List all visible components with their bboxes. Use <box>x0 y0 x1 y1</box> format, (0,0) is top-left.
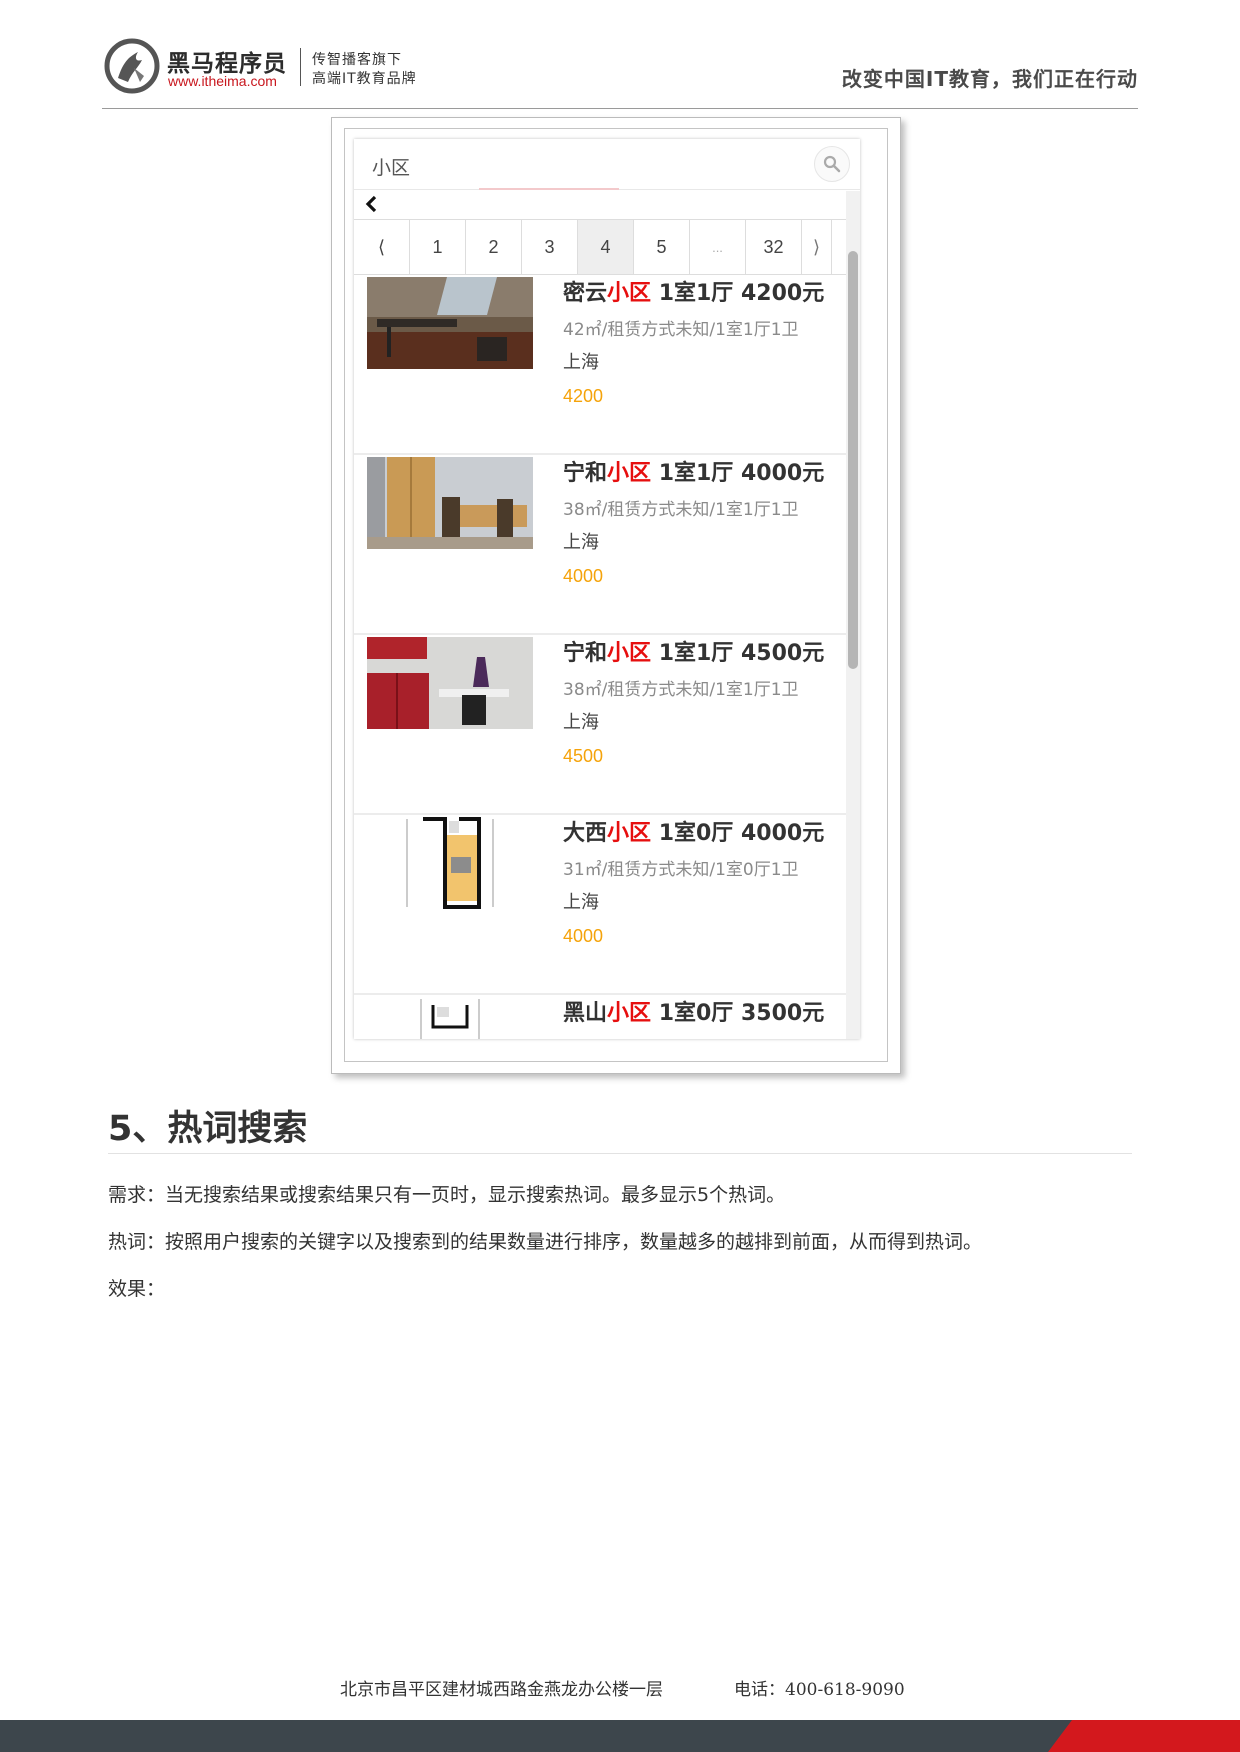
section-heading: 5、热词搜索 <box>108 1109 308 1149</box>
listing-city: 上海 <box>563 892 599 913</box>
listing-item[interactable]: 宁和小区 1室1厅 4500元 38㎡/租赁方式未知/1室1厅1卫 上海 450… <box>354 635 846 815</box>
listing-city: 上海 <box>563 712 599 733</box>
scrollbar-thumb[interactable] <box>848 251 858 669</box>
listing-item[interactable]: 黑山小区 1室0厅 3500元 <box>354 995 846 1039</box>
chevron-left-icon[interactable] <box>362 193 382 215</box>
room-photo <box>367 277 533 369</box>
search-input[interactable]: 小区 <box>372 153 410 180</box>
listing-price: 4000 <box>563 926 604 946</box>
brand-slogan-line1: 传智播客旗下 <box>312 52 402 68</box>
header-divider <box>102 108 1138 109</box>
brand-divider <box>300 48 301 86</box>
page-header: 黑马程序员 www.itheima.com 传智播客旗下 高端IT教育品牌 改变… <box>0 0 1240 110</box>
mobile-search-screen: 小区 ⟨ 1 2 3 4 5 ... 32 ⟩ 密云小区 1室1厅 4200元 … <box>354 139 860 1039</box>
listing-title[interactable]: 宁和小区 1室1厅 4500元 <box>563 635 824 667</box>
page-prev-button[interactable]: ⟨ <box>354 220 410 274</box>
listing-price: 4500 <box>563 746 604 766</box>
page-4-button-active[interactable]: 4 <box>578 220 634 274</box>
scrollbar-track[interactable] <box>846 191 860 1039</box>
page-next-button[interactable]: ⟩ <box>802 220 832 274</box>
page-3-button[interactable]: 3 <box>522 220 578 274</box>
listing-description: 31㎡/租赁方式未知/1室0厅1卫 <box>563 860 799 880</box>
listing-title[interactable]: 宁和小区 1室1厅 4000元 <box>563 455 824 487</box>
page-ellipsis: ... <box>690 220 746 274</box>
brand-slogan-line2: 高端IT教育品牌 <box>312 71 417 87</box>
listing-price: 4200 <box>563 386 604 406</box>
effect-label: 效果： <box>108 1278 166 1300</box>
listing-item[interactable]: 大西小区 1室0厅 4000元 31㎡/租赁方式未知/1室0厅1卫 上海 400… <box>354 815 846 995</box>
page-2-button[interactable]: 2 <box>466 220 522 274</box>
listing-city: 上海 <box>563 352 599 373</box>
requirement-paragraph: 需求：当无搜索结果或搜索结果只有一页时，显示搜索热词。最多显示5个热词。 <box>108 1184 786 1206</box>
footer-phone: 电话：400-618-9090 <box>734 1680 905 1700</box>
floor-plan <box>367 817 533 909</box>
footer-red-accent <box>1048 1720 1240 1752</box>
hotwords-paragraph: 热词：按照用户搜索的关键字以及搜索到的结果数量进行排序，数量越多的越排到前面，从… <box>108 1231 983 1253</box>
listing-description: 38㎡/租赁方式未知/1室1厅1卫 <box>563 680 799 700</box>
back-row <box>354 190 860 218</box>
listing-description: 42㎡/租赁方式未知/1室1厅1卫 <box>563 320 799 340</box>
search-icon[interactable] <box>814 146 850 182</box>
page-1-button[interactable]: 1 <box>410 220 466 274</box>
section-divider <box>108 1153 1132 1154</box>
brand-url: www.itheima.com <box>168 73 277 89</box>
floor-plan <box>367 997 533 1039</box>
listing-city: 上海 <box>563 532 599 553</box>
page-32-button[interactable]: 32 <box>746 220 802 274</box>
listing-item[interactable]: 密云小区 1室1厅 4200元 42㎡/租赁方式未知/1室1厅1卫 上海 420… <box>354 275 846 455</box>
listing-price: 4000 <box>563 566 604 586</box>
screenshot-frame: 小区 ⟨ 1 2 3 4 5 ... 32 ⟩ 密云小区 1室1厅 4200元 … <box>331 117 901 1074</box>
listing-title[interactable]: 大西小区 1室0厅 4000元 <box>563 815 824 847</box>
room-photo <box>367 637 533 729</box>
header-motto: 改变中国IT教育，我们正在行动 <box>841 67 1138 91</box>
page-5-button[interactable]: 5 <box>634 220 690 274</box>
horse-logo-icon <box>104 38 160 94</box>
room-photo <box>367 457 533 549</box>
footer-address: 北京市昌平区建材城西路金燕龙办公楼一层 <box>340 1680 663 1700</box>
listing-description: 38㎡/租赁方式未知/1室1厅1卫 <box>563 500 799 520</box>
listing-title[interactable]: 密云小区 1室1厅 4200元 <box>563 275 824 307</box>
listing-item[interactable]: 宁和小区 1室1厅 4000元 38㎡/租赁方式未知/1室1厅1卫 上海 400… <box>354 455 846 635</box>
listing-title[interactable]: 黑山小区 1室0厅 3500元 <box>563 995 824 1027</box>
listing-list: 密云小区 1室1厅 4200元 42㎡/租赁方式未知/1室1厅1卫 上海 420… <box>354 275 846 1039</box>
pagination: ⟨ 1 2 3 4 5 ... 32 ⟩ <box>354 219 846 275</box>
search-bar: 小区 <box>354 139 860 190</box>
